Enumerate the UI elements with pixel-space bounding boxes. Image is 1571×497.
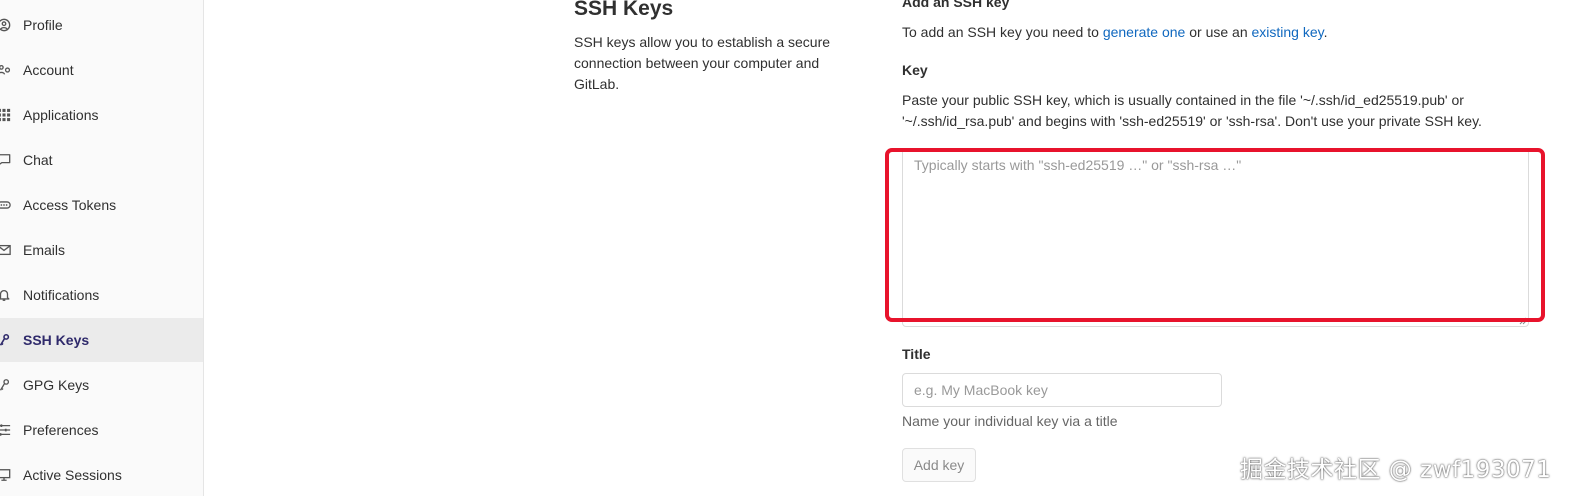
key-help-text: Paste your public SSH key, which is usua… <box>902 92 1482 129</box>
sidebar-item-notifications[interactable]: Notifications <box>0 273 203 317</box>
sidebar-item-label: Profile <box>23 17 63 33</box>
key-textarea[interactable] <box>902 148 1529 327</box>
mail-icon <box>0 242 12 258</box>
token-icon <box>0 197 12 213</box>
sidebar: Profile Account Applications Chat Access… <box>0 0 204 496</box>
sidebar-item-label: Preferences <box>23 422 99 438</box>
existing-key-link[interactable]: existing key <box>1252 24 1324 40</box>
form-heading: Add an SSH key <box>902 0 1010 10</box>
title-help-text: Name your individual key via a title <box>902 413 1118 429</box>
watermark: 掘金技术社区 @ zwf193071 <box>1240 457 1552 483</box>
bell-icon <box>0 287 12 303</box>
profile-icon <box>0 17 12 33</box>
applications-icon <box>0 107 12 123</box>
form-intro: To add an SSH key you need to generate o… <box>902 24 1328 40</box>
intro-text: To add an SSH key you need to <box>902 24 1103 40</box>
monitor-icon <box>0 467 12 483</box>
sidebar-item-account[interactable]: Account <box>0 48 203 92</box>
sidebar-item-preferences[interactable]: Preferences <box>0 408 203 452</box>
sidebar-item-label: Chat <box>23 152 53 168</box>
chat-icon <box>0 152 12 168</box>
sidebar-item-label: Notifications <box>23 287 100 303</box>
preferences-icon <box>0 422 12 438</box>
sidebar-item-label: SSH Keys <box>23 332 90 348</box>
key-label: Key <box>902 62 928 78</box>
title-input[interactable] <box>902 373 1222 407</box>
intro-text: . <box>1323 24 1328 40</box>
sidebar-item-label: GPG Keys <box>23 377 90 393</box>
account-icon <box>0 62 12 78</box>
key-icon <box>0 377 12 393</box>
sidebar-item-label: Applications <box>23 107 99 123</box>
sidebar-item-profile[interactable]: Profile <box>0 3 203 47</box>
sidebar-item-active-sessions[interactable]: Active Sessions <box>0 453 203 497</box>
title-label: Title <box>902 346 931 362</box>
sidebar-item-gpg-keys[interactable]: GPG Keys <box>0 363 203 407</box>
section-description: SSH keys allow you to establish a secure… <box>574 34 831 92</box>
generate-one-link[interactable]: generate one <box>1103 24 1186 40</box>
resize-handle-icon[interactable] <box>1519 317 1527 325</box>
sidebar-item-label: Active Sessions <box>23 467 122 483</box>
sidebar-item-label: Emails <box>23 242 66 258</box>
intro-text: or use an <box>1185 24 1252 40</box>
sidebar-item-chat[interactable]: Chat <box>0 138 203 182</box>
sidebar-item-applications[interactable]: Applications <box>0 93 203 137</box>
sidebar-item-label: Account <box>23 62 74 78</box>
sidebar-item-label: Access Tokens <box>23 197 117 213</box>
sidebar-item-access-tokens[interactable]: Access Tokens <box>0 183 203 227</box>
page-title: SSH Keys <box>574 0 674 20</box>
sidebar-item-ssh-keys[interactable]: SSH Keys <box>0 318 203 362</box>
sidebar-item-emails[interactable]: Emails <box>0 228 203 272</box>
add-key-button[interactable]: Add key <box>902 448 976 482</box>
key-icon <box>0 332 12 348</box>
